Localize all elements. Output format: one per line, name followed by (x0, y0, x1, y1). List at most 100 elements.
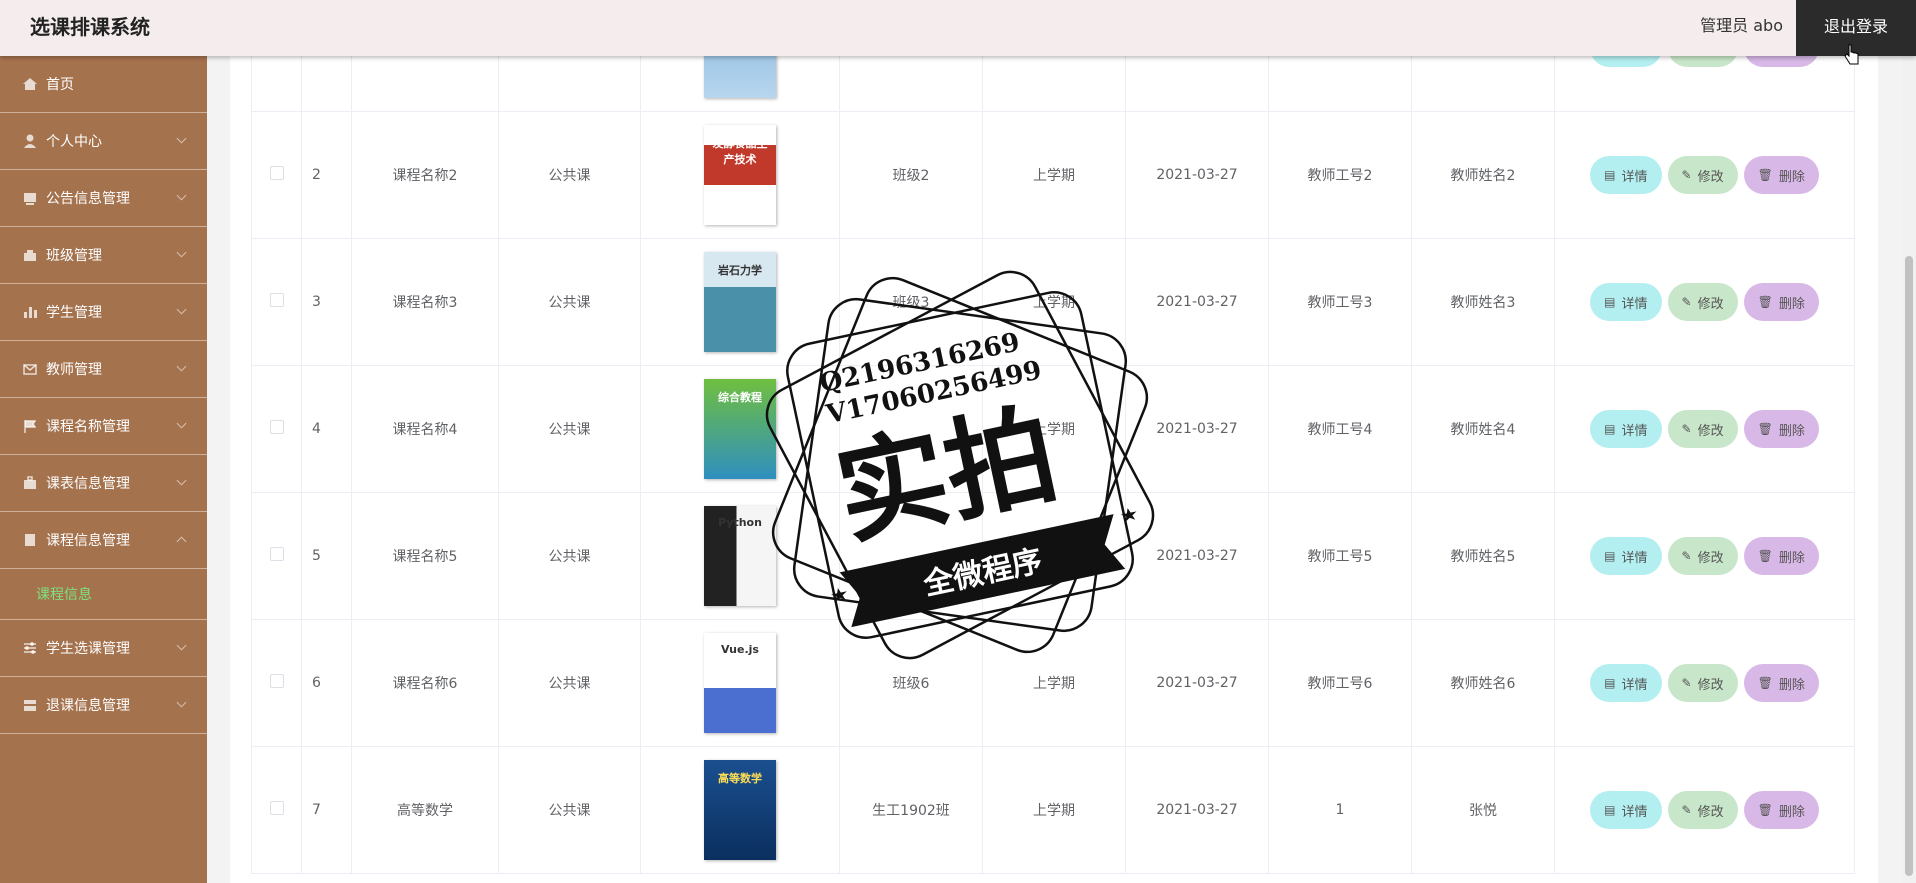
sidebar-item-withdraw-management[interactable]: 退课信息管理 (0, 677, 207, 734)
chevron-down-icon (176, 640, 187, 651)
row-index: 5 (301, 492, 352, 620)
detail-button[interactable]: ▤ 详情 (1590, 537, 1662, 575)
edit-button[interactable]: ✎ 修改 (1667, 156, 1738, 194)
date-cell: 2021-03-27 (1125, 746, 1269, 874)
delete-button[interactable]: 🗑 删除 (1743, 283, 1819, 321)
detail-button[interactable]: ▤ 详情 (1590, 664, 1662, 702)
detail-label: 详情 (1621, 423, 1648, 439)
date-cell: 2021-03-27 (1125, 111, 1269, 239)
table-row: 3 课程名称3 公共课 岩石力学 班级3 上学期 2021-03-27 教师工号3 教师姓名3 ▤… (251, 238, 1855, 366)
edit-label: 修改 (1697, 296, 1724, 312)
trash-icon: 🗑 (1757, 676, 1773, 690)
row-checkbox[interactable] (269, 166, 284, 180)
sidebar-item-label: 个人中心 (46, 134, 102, 150)
delete-label: 删除 (1778, 423, 1805, 439)
course-type-cell: 公共课 (498, 111, 641, 239)
row-index: 4 (301, 365, 352, 493)
sidebar-item-course-info-management[interactable]: 课程信息管理 (0, 512, 207, 569)
detail-button[interactable]: ▤ 详情 (1590, 410, 1662, 448)
sidebar-item-label: 学生管理 (46, 305, 102, 321)
row-checkbox[interactable] (269, 420, 284, 434)
course-name-cell: 课程名称3 (351, 238, 499, 366)
document-icon: ▤ (1604, 549, 1616, 563)
sidebar-item-course-name-management[interactable]: 课程名称管理 (0, 398, 207, 455)
row-checkbox-cell (251, 238, 302, 366)
course-type-cell: 公共课 (498, 238, 641, 366)
detail-button[interactable]: ▤ 详情 (1590, 283, 1662, 321)
top-header: 选课排课系统 管理员 abo 退出登录 (0, 0, 1916, 56)
row-checkbox-cell (251, 365, 302, 493)
edit-button[interactable]: ✎ 修改 (1667, 664, 1738, 702)
cover-cell: 高等数学 (640, 746, 840, 874)
delete-button[interactable]: 🗑 删除 (1743, 410, 1819, 448)
chevron-down-icon (176, 133, 187, 144)
edit-button[interactable]: ✎ 修改 (1667, 410, 1738, 448)
teacher-name-cell: 教师姓名3 (1411, 238, 1555, 366)
sidebar-item-student-management[interactable]: 学生管理 (0, 284, 207, 341)
sidebar-item-student-selection-management[interactable]: 学生选课管理 (0, 620, 207, 677)
edit-button[interactable]: ✎ 修改 (1667, 283, 1738, 321)
scrollbar-thumb[interactable] (1905, 256, 1913, 876)
date-cell: 2021-03-27 (1125, 365, 1269, 493)
course-cover-image: 高等数学 (704, 760, 776, 860)
row-index: 6 (301, 619, 352, 747)
row-index: 7 (301, 746, 352, 874)
sidebar-item-timetable-management[interactable]: 课表信息管理 (0, 455, 207, 512)
delete-button[interactable]: 🗑 删除 (1743, 664, 1819, 702)
sidebar-item-label: 课表信息管理 (46, 476, 130, 492)
delete-button[interactable]: 🗑 删除 (1743, 537, 1819, 575)
cover-cell: Python (640, 492, 840, 620)
document-icon: ▤ (1604, 295, 1616, 309)
teacher-id-cell: 教师工号2 (1268, 111, 1412, 239)
edit-button[interactable]: ✎ 修改 (1667, 791, 1738, 829)
edit-label: 修改 (1697, 677, 1724, 693)
class-cell: 班级3 (839, 238, 983, 366)
delete-label: 删除 (1778, 550, 1805, 566)
cover-title: Python (718, 516, 762, 529)
teacher-id-cell: 教师工号5 (1268, 492, 1412, 620)
cover-cell: 发酵食品生产技术 (640, 111, 840, 239)
sidebar-item-label: 课程信息管理 (46, 533, 130, 549)
sliders-icon (24, 642, 36, 654)
row-checkbox[interactable] (269, 293, 284, 307)
edit-label: 修改 (1697, 169, 1724, 185)
cover-cell: 综合教程 (640, 365, 840, 493)
course-cover-image: Python (704, 506, 776, 606)
course-name-cell: 课程名称2 (351, 111, 499, 239)
detail-button[interactable]: ▤ 详情 (1590, 156, 1662, 194)
trash-icon: 🗑 (1757, 168, 1773, 182)
table-row: 6 课程名称6 公共课 Vue.js 班级6 上学期 2021-03-27 教师工号6 教师姓名… (251, 619, 1855, 747)
sidebar-subitem-course-info[interactable]: 课程信息 (0, 569, 207, 620)
term-cell: 上学期 (982, 365, 1126, 493)
delete-label: 删除 (1778, 804, 1805, 820)
course-name-cell: 课程名称4 (351, 365, 499, 493)
delete-button[interactable]: 🗑 删除 (1743, 791, 1819, 829)
detail-button[interactable]: ▤ 详情 (1590, 791, 1662, 829)
row-checkbox[interactable] (269, 547, 284, 561)
term-cell (982, 492, 1126, 620)
edit-button[interactable]: ✎ 修改 (1667, 537, 1738, 575)
sidebar-item-notice-management[interactable]: 公告信息管理 (0, 170, 207, 227)
flag-icon (24, 420, 37, 433)
detail-label: 详情 (1621, 550, 1648, 566)
row-checkbox[interactable] (269, 674, 284, 688)
sidebar-item-class-management[interactable]: 班级管理 (0, 227, 207, 284)
sidebar-item-home[interactable]: 首页 (0, 56, 207, 113)
row-checkbox[interactable] (269, 801, 284, 815)
course-type-cell: 公共课 (498, 619, 641, 747)
class-icon (24, 250, 36, 261)
chevron-up-icon (176, 536, 187, 547)
document-icon: ▤ (1604, 676, 1616, 690)
sidebar-item-personal-center[interactable]: 个人中心 (0, 113, 207, 170)
doc-icon (25, 534, 35, 546)
delete-button[interactable]: 🗑 删除 (1743, 156, 1819, 194)
detail-label: 详情 (1621, 169, 1648, 185)
teacher-name-cell: 教师姓名6 (1411, 619, 1555, 747)
course-cover-image: 岩石力学 (704, 252, 776, 352)
sidebar-item-teacher-management[interactable]: 教师管理 (0, 341, 207, 398)
actions-cell: ▤ 详情 ✎ 修改 🗑 删除 (1554, 746, 1855, 874)
actions-cell: ▤ 详情 ✎ 修改 🗑 删除 (1554, 492, 1855, 620)
trash-icon: 🗑 (1757, 803, 1773, 817)
page-scrollbar[interactable] (1902, 56, 1916, 883)
pencil-icon: ✎ (1681, 168, 1692, 182)
